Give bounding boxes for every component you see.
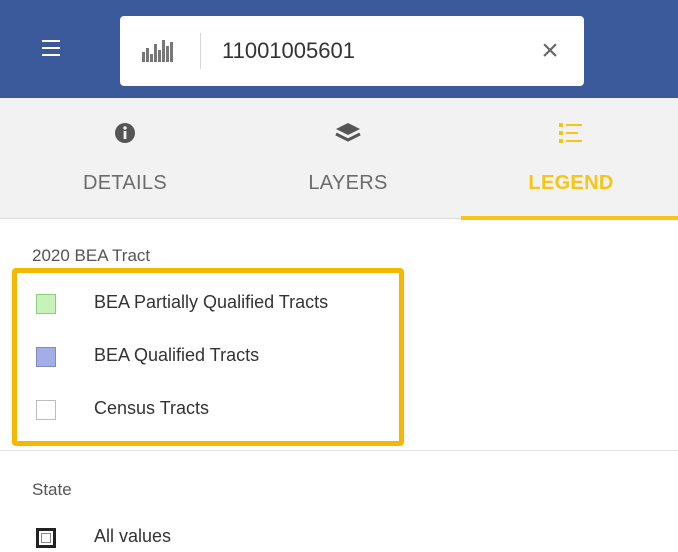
search-divider bbox=[200, 33, 201, 69]
active-tab-indicator bbox=[461, 216, 678, 220]
section-divider bbox=[0, 450, 678, 451]
info-circle-icon bbox=[115, 123, 135, 143]
hamburger-icon-line bbox=[42, 40, 60, 42]
list-icon bbox=[559, 123, 582, 143]
tab-layers-label: LAYERS bbox=[308, 172, 388, 194]
bar-chart-icon bbox=[142, 40, 173, 62]
menu-button[interactable] bbox=[34, 32, 72, 66]
clear-search-button[interactable]: × bbox=[532, 34, 568, 68]
search-input[interactable] bbox=[222, 36, 522, 66]
app-header: × bbox=[0, 0, 678, 98]
hamburger-icon-line bbox=[42, 47, 60, 49]
legend-group-title: 2020 BEA Tract bbox=[32, 246, 151, 265]
tab-legend[interactable]: LEGEND bbox=[461, 98, 678, 220]
tab-details-label: DETAILS bbox=[83, 172, 167, 194]
tab-layers[interactable]: LAYERS bbox=[238, 98, 458, 218]
hamburger-icon-line bbox=[42, 54, 60, 56]
legend-group-title: State bbox=[32, 480, 72, 499]
tab-details[interactable]: DETAILS bbox=[15, 98, 235, 218]
legend-swatch bbox=[36, 528, 56, 548]
search-box: × bbox=[120, 16, 584, 86]
tab-bar: DETAILS LAYERS LEGEND bbox=[0, 98, 678, 220]
highlight-annotation-box bbox=[12, 268, 404, 446]
legend-item-label: All values bbox=[94, 526, 172, 546]
tab-legend-label: LEGEND bbox=[528, 172, 614, 194]
layers-icon bbox=[335, 123, 361, 142]
